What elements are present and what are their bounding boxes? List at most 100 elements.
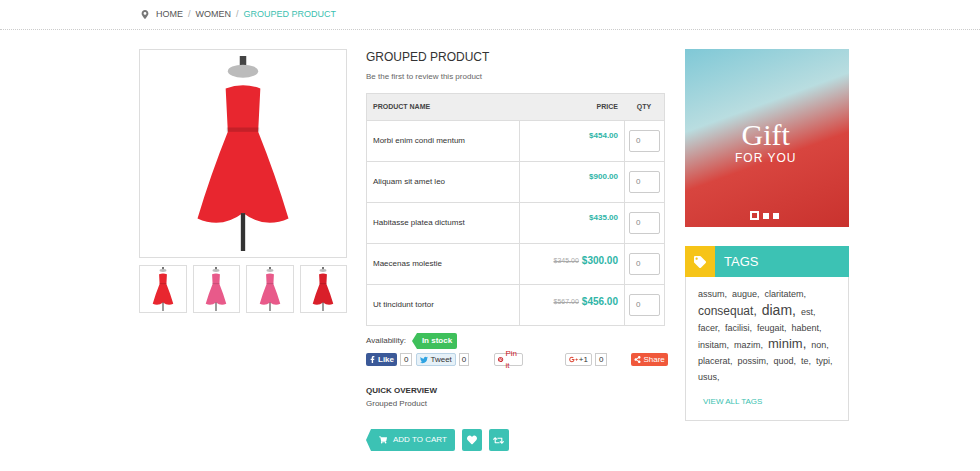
dress-image [188, 56, 298, 251]
breadcrumb-item: GROUPED PRODUCT [244, 8, 337, 22]
slider-dot[interactable] [773, 213, 779, 219]
banner-subtitle: FOR YOU [735, 151, 796, 165]
tag[interactable]: placerat, [698, 354, 733, 368]
product-name: Aliquam sit amet leo [367, 162, 520, 202]
tag[interactable]: assum, [698, 287, 727, 301]
product-name: Maecenas molestie [367, 244, 520, 284]
pinterest-button[interactable]: Pin it [494, 353, 523, 366]
qty-input[interactable]: 0 [629, 253, 660, 275]
table-header: PRODUCT NAMEPRICEQTY [367, 94, 664, 120]
thumbnails [139, 265, 347, 313]
tag[interactable]: augue, [732, 287, 760, 301]
thumbnail[interactable] [246, 265, 294, 313]
thumbnail-image [150, 267, 176, 311]
compare-button[interactable] [489, 429, 509, 451]
tag[interactable]: quod, [774, 354, 797, 368]
tag[interactable]: claritatem, [765, 287, 807, 301]
location-pin-icon [141, 10, 149, 19]
banner-title: Gift [742, 119, 790, 151]
banner[interactable]: GiftFOR YOU [685, 49, 849, 227]
tags-header: TAGS [685, 246, 849, 277]
tweet-button[interactable]: Tweet0 [416, 353, 469, 366]
google-plus-button[interactable]: +10 [565, 353, 608, 366]
table-row: Aliquam sit amet leo $900.00 0 [367, 161, 664, 202]
qty-input[interactable]: 0 [629, 294, 660, 316]
quick-overview-text: Grouped Product [366, 399, 665, 409]
tag[interactable]: feugait, [757, 321, 787, 335]
quick-overview-title: QUICK OVERVIEW [366, 386, 665, 396]
tag[interactable]: facer, [698, 321, 720, 335]
table-row: Habitasse platea dictumst $435.00 0 [367, 202, 664, 243]
tag[interactable]: usus, [698, 370, 720, 384]
qty-input[interactable]: 0 [629, 171, 660, 193]
table-row: Ut tincidunt tortor$567.00$456.000 [367, 284, 664, 325]
share-button[interactable]: Share [631, 353, 667, 366]
thumbnail-image [310, 267, 336, 311]
breadcrumb-separator: / [188, 8, 191, 22]
heart-icon [467, 435, 477, 445]
tag[interactable]: minim, [768, 337, 806, 351]
tag[interactable]: consequat, [698, 304, 757, 318]
slider-dot[interactable] [763, 213, 769, 219]
thumbnail[interactable] [139, 265, 187, 313]
tag[interactable]: facilisi, [725, 321, 752, 335]
content: GROUPED PRODUCTBe the first to review th… [0, 30, 980, 451]
tag[interactable]: possim, [738, 354, 769, 368]
stock-badge: In stock [417, 333, 457, 349]
tag[interactable]: insitam, [698, 338, 729, 352]
tag[interactable]: non, [811, 338, 829, 352]
price-cell: $435.00 [520, 203, 625, 243]
old-price: $567.00 [554, 297, 579, 308]
main-image[interactable] [139, 49, 347, 258]
thumbnail[interactable] [193, 265, 241, 313]
add-to-cart-button[interactable]: ADD TO CART [366, 429, 455, 451]
old-price: $345.00 [554, 256, 579, 267]
cart-icon [379, 436, 387, 444]
share-icon [634, 356, 641, 363]
tag[interactable]: est, [801, 305, 816, 319]
tag[interactable]: te, [801, 354, 811, 368]
price-cell: $567.00$456.00 [520, 285, 625, 325]
tag[interactable]: mazim, [734, 338, 763, 352]
thumbnail-image [203, 267, 229, 311]
actions: ADD TO CART [366, 429, 665, 451]
qty-input[interactable]: 0 [629, 212, 660, 234]
price: $456.00 [582, 294, 618, 309]
slider-dot[interactable] [750, 211, 759, 220]
product-name: Ut tincidunt tortor [367, 285, 520, 325]
product-info: GROUPED PRODUCTBe the first to review th… [366, 49, 665, 451]
slider-dots [750, 211, 779, 220]
tags-box: TAGS assum, augue, claritatem, consequat, dia… [685, 246, 849, 421]
tag[interactable]: habent, [792, 321, 822, 335]
view-all-tags[interactable]: VIEW ALL TAGS [686, 396, 848, 408]
gallery [139, 49, 347, 451]
price: $300.00 [582, 253, 618, 268]
price-cell: $900.00 [520, 162, 625, 202]
facebook-icon [369, 356, 376, 363]
price: $454.00 [589, 130, 618, 142]
pinterest-icon [498, 356, 503, 363]
page: HOME/WOMEN/GROUPED PRODUCTGROUPED PRODUC… [0, 0, 980, 471]
wishlist-button[interactable] [462, 429, 482, 451]
availability: Availability:In stock [366, 333, 665, 349]
breadcrumb: HOME/WOMEN/GROUPED PRODUCT [0, 0, 980, 30]
thumbnail[interactable] [300, 265, 348, 313]
price: $435.00 [589, 212, 618, 224]
tag[interactable]: typi, [816, 354, 833, 368]
breadcrumb-item[interactable]: WOMEN [196, 8, 232, 22]
qty-input[interactable]: 0 [629, 130, 660, 152]
thumbnail-image [257, 267, 283, 311]
tag-cloud: assum, augue, claritatem, consequat, diam, es… [686, 276, 848, 384]
breadcrumb-item[interactable]: HOME [156, 8, 183, 22]
tag-icon [694, 256, 706, 268]
twitter-icon [420, 356, 428, 364]
table-row: Maecenas molestie$345.00$300.000 [367, 243, 664, 284]
review-link[interactable]: Be the first to review this product [366, 72, 665, 82]
product-name: Habitasse platea dictumst [367, 203, 520, 243]
price: $900.00 [589, 171, 618, 183]
price-cell: $454.00 [520, 121, 625, 161]
tag[interactable]: diam, [762, 303, 796, 317]
facebook-like[interactable]: Like0 [366, 353, 412, 366]
table-row: Morbi enim condi mentum$454.000 [367, 120, 664, 161]
price-cell: $345.00$300.00 [520, 244, 625, 284]
